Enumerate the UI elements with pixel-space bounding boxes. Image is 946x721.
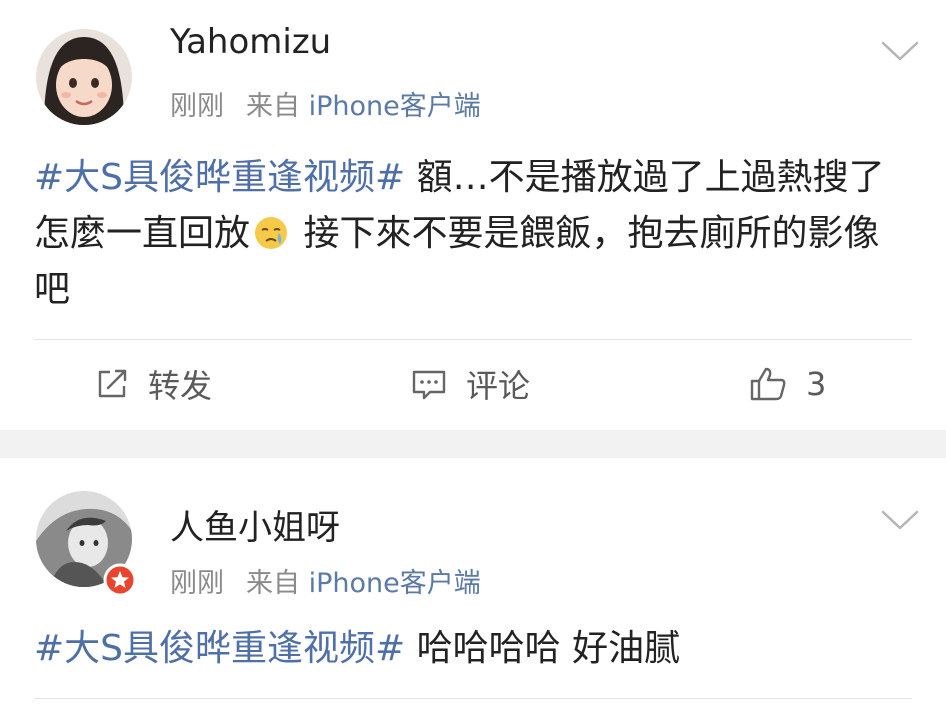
avatar[interactable] bbox=[36, 29, 132, 125]
like-button[interactable]: 3 bbox=[748, 360, 826, 408]
source-prefix: 来自 bbox=[246, 91, 300, 122]
avatar-image bbox=[36, 29, 132, 125]
verified-badge-icon bbox=[103, 563, 137, 597]
hashtag-link[interactable]: #大S具俊晔重逢视频# bbox=[34, 157, 405, 198]
comment-icon bbox=[412, 370, 446, 400]
like-count: 3 bbox=[806, 365, 827, 403]
post-text-part: 哈哈哈哈 好油腻 bbox=[405, 628, 681, 669]
repost-button[interactable]: 转发 bbox=[94, 360, 212, 408]
post-time: 刚刚 bbox=[170, 568, 224, 599]
post-separator bbox=[0, 430, 946, 458]
divider bbox=[34, 698, 912, 699]
repost-label: 转发 bbox=[148, 367, 213, 405]
thumbs-up-icon bbox=[750, 367, 786, 401]
chevron-down-icon[interactable] bbox=[880, 40, 920, 62]
crying-face-emoji-icon bbox=[255, 217, 288, 249]
comment-button[interactable]: 评论 bbox=[410, 360, 530, 408]
post-text: #大S具俊晔重逢视频# 哈哈哈哈 好油腻 bbox=[34, 621, 914, 677]
hashtag-link[interactable]: #大S具俊晔重逢视频# bbox=[34, 628, 405, 669]
post-card[interactable]: Yahomizu 刚刚 来自 iPhone客户端 #大S具俊晔重逢视频# 額…不是… bbox=[0, 0, 946, 430]
post-meta: 刚刚 来自 iPhone客户端 bbox=[170, 561, 481, 600]
username[interactable]: Yahomizu bbox=[170, 22, 331, 62]
source-prefix: 来自 bbox=[246, 568, 300, 599]
post-source[interactable]: iPhone客户端 bbox=[309, 91, 481, 122]
post-time: 刚刚 bbox=[170, 91, 224, 122]
divider bbox=[34, 339, 912, 340]
post-source[interactable]: iPhone客户端 bbox=[309, 568, 481, 599]
post-text: #大S具俊晔重逢视频# 額…不是播放過了上過熱搜了 怎麼一直回放 接下來不要是餵… bbox=[34, 150, 914, 318]
username[interactable]: 人鱼小姐呀 bbox=[170, 500, 340, 549]
share-icon bbox=[98, 369, 127, 398]
post-meta: 刚刚 来自 iPhone客户端 bbox=[170, 84, 481, 123]
post-card[interactable]: 人鱼小姐呀 刚刚 来自 iPhone客户端 #大S具俊晔重逢视频# 哈哈哈哈 好油… bbox=[0, 458, 946, 721]
weibo-feed: Yahomizu 刚刚 来自 iPhone客户端 #大S具俊晔重逢视频# 額…不是… bbox=[0, 0, 946, 721]
comment-label: 评论 bbox=[466, 367, 531, 405]
chevron-down-icon[interactable] bbox=[880, 509, 920, 531]
